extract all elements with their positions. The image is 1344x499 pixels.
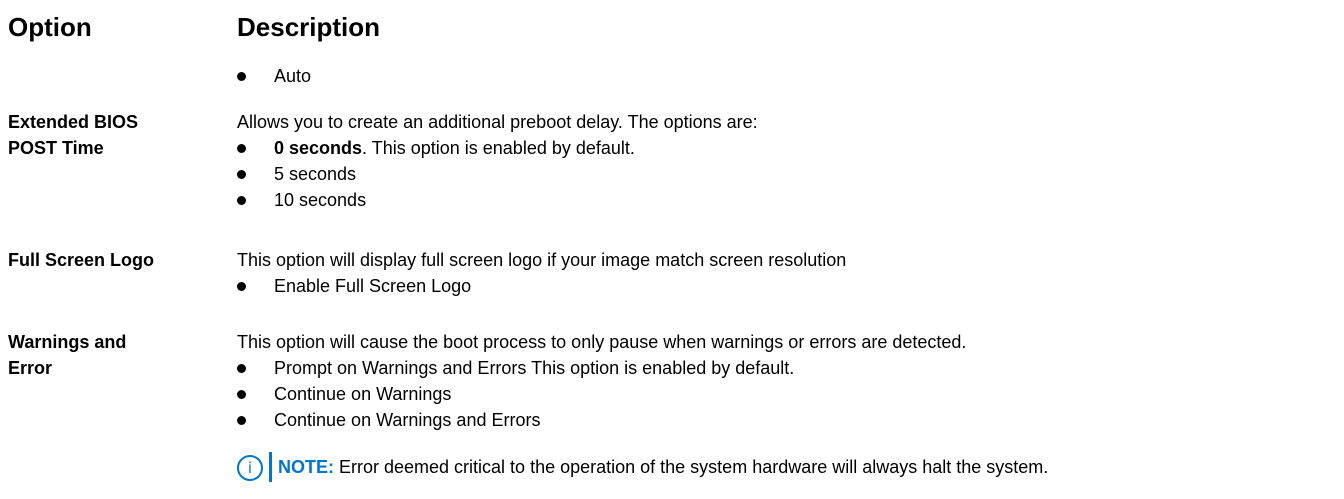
option-name-line: Warnings and: [8, 332, 127, 352]
row-description: This option will cause the boot process …: [237, 329, 1337, 433]
option-name-line: Error: [8, 358, 53, 378]
note-text: NOTE: Error deemed critical to the opera…: [278, 452, 1048, 482]
bullet-text: Auto: [274, 66, 312, 86]
bullet-text: Enable Full Screen Logo: [274, 276, 472, 296]
list-item: 10 seconds: [237, 187, 1337, 213]
bullet-text: 5 seconds: [274, 164, 357, 184]
list-item: 5 seconds: [237, 161, 1337, 187]
option-name-line: Extended BIOS: [8, 112, 139, 132]
note-divider: [269, 452, 272, 482]
note-label: NOTE:: [278, 457, 334, 477]
bullet-text: Prompt on Warnings and Errors This optio…: [274, 358, 795, 378]
bullet-icon: [237, 170, 246, 179]
option-name-line: POST Time: [8, 138, 104, 158]
bullet-list: Enable Full Screen Logo: [237, 273, 1337, 299]
bullet-list: 0 seconds. This option is enabled by def…: [237, 135, 1337, 213]
option-column-header: Option: [8, 12, 92, 42]
bullet-text: Continue on Warnings: [274, 384, 452, 404]
option-name-line: Full Screen Logo: [8, 250, 155, 270]
list-item: Prompt on Warnings and Errors This optio…: [237, 355, 1337, 381]
row-description: Allows you to create an additional prebo…: [237, 109, 1337, 213]
description-column-header: Description: [237, 12, 381, 42]
list-item: Continue on Warnings and Errors: [237, 407, 1337, 433]
bullet-icon: [237, 416, 246, 425]
list-item: Auto: [237, 63, 1337, 89]
list-item: 0 seconds. This option is enabled by def…: [237, 135, 1337, 161]
bullet-icon: [237, 144, 246, 153]
note-callout: i NOTE: Error deemed critical to the ope…: [237, 452, 1342, 482]
list-item: Continue on Warnings: [237, 381, 1337, 407]
bullet-icon: [237, 390, 246, 399]
bullet-list: Prompt on Warnings and Errors This optio…: [237, 355, 1337, 433]
bullet-bold-text: 0 seconds: [274, 138, 363, 158]
bullet-text: . This option is enabled by default.: [362, 138, 635, 158]
option-name: Full Screen Logo: [8, 247, 223, 273]
bullet-list: Auto: [237, 63, 1337, 89]
description-text: Allows you to create an additional prebo…: [237, 112, 758, 132]
description-text: This option will display full screen log…: [237, 250, 847, 270]
bullet-icon: [237, 364, 246, 373]
bullet-icon: [237, 196, 246, 205]
row-description: This option will display full screen log…: [237, 247, 1337, 299]
option-name: Warnings and Error: [8, 329, 223, 381]
description-text: This option will cause the boot process …: [237, 332, 967, 352]
bullet-icon: [237, 282, 246, 291]
bullet-icon: [237, 72, 246, 81]
list-item: Enable Full Screen Logo: [237, 273, 1337, 299]
note-body: Error deemed critical to the operation o…: [334, 457, 1049, 477]
bullet-text: 10 seconds: [274, 190, 367, 210]
option-name: Extended BIOS POST Time: [8, 109, 223, 161]
info-icon: i: [237, 455, 263, 481]
table-header: Option Description: [8, 12, 1338, 46]
bullet-text: Continue on Warnings and Errors: [274, 410, 541, 430]
row-description: Auto: [237, 63, 1337, 89]
